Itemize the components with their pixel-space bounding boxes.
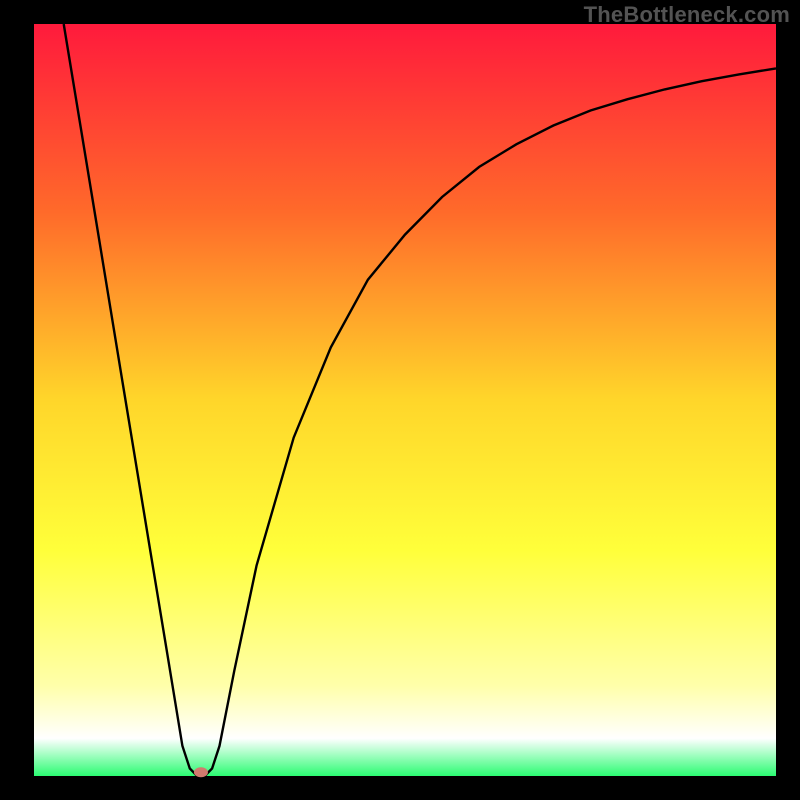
bottleneck-plot (0, 0, 800, 800)
plot-area (34, 24, 776, 776)
minimum-marker (194, 767, 208, 777)
chart-frame: TheBottleneck.com (0, 0, 800, 800)
watermark-text: TheBottleneck.com (584, 2, 790, 28)
